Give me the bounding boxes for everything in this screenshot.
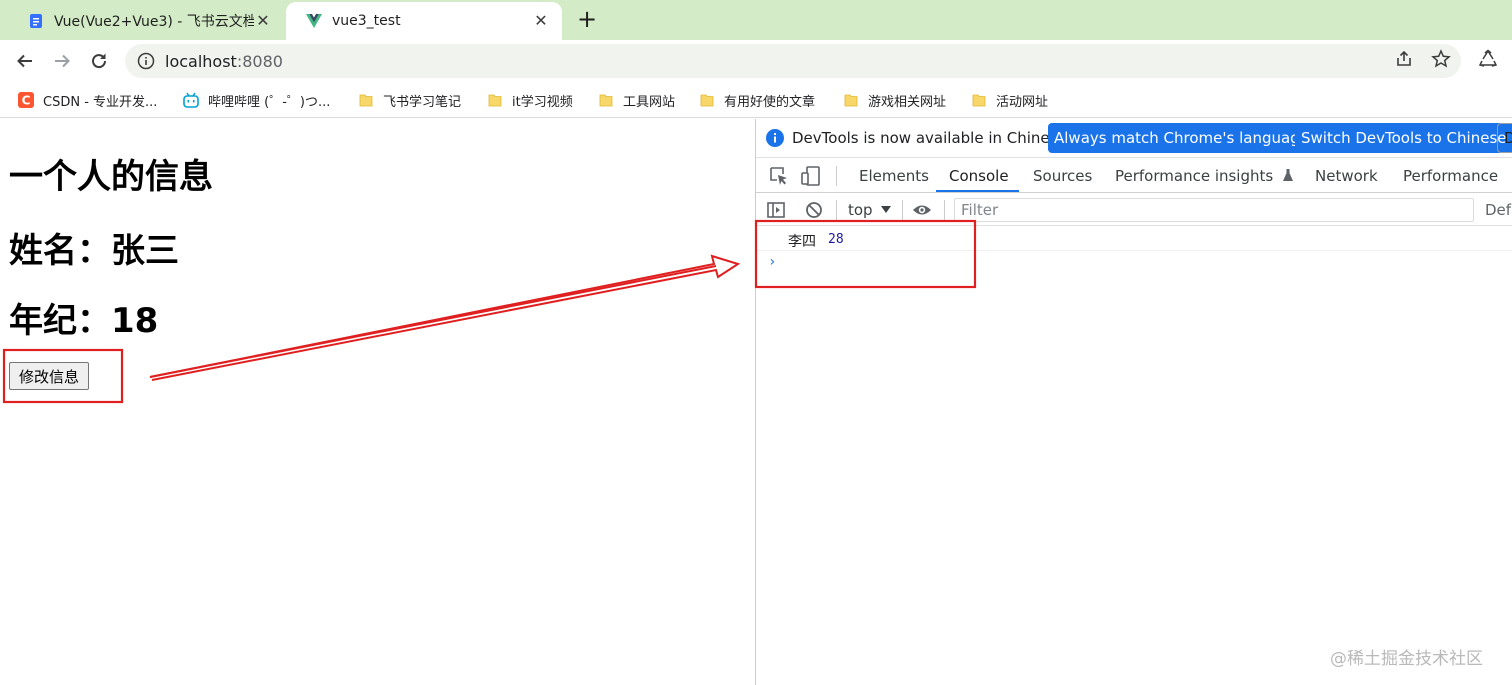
age-line: 年纪：18 [9, 301, 159, 341]
dont-show-again-button[interactable]: D [1497, 123, 1512, 153]
new-tab-button[interactable]: + [575, 7, 599, 32]
tab-strip: Vue(Vue2+Vue3) - 飞书云文档 ✕ vue3_test ✕ + [0, 0, 1512, 40]
bookmark-folder-articles[interactable]: 有用好使的文章 [699, 90, 815, 110]
close-icon[interactable]: ✕ [254, 12, 272, 30]
bookmark-folder-games[interactable]: 游戏相关网址 [843, 90, 946, 110]
share-icon [1397, 50, 1411, 66]
recycle-icon [1478, 49, 1498, 67]
tab-performance-insights[interactable]: Performance insights [1115, 167, 1294, 185]
info-icon [766, 129, 784, 147]
folder-icon [700, 94, 714, 107]
sidebar-toggle-icon[interactable] [766, 200, 786, 220]
tab-vue3-test[interactable]: vue3_test ✕ [286, 2, 562, 40]
csdn-icon: C [18, 92, 34, 108]
toolbar-separator [836, 200, 837, 220]
bookmark-star-button[interactable] [1430, 48, 1452, 70]
tab-console[interactable]: Console [949, 167, 1009, 185]
switch-to-chinese-button[interactable]: Switch DevTools to Chinese [1295, 123, 1512, 153]
page-heading: 一个人的信息 [9, 157, 213, 197]
console-toolbar: top Defa [756, 194, 1512, 226]
tab-title: Vue(Vue2+Vue3) - 飞书云文档 [54, 14, 254, 30]
context-selector[interactable]: top [848, 201, 891, 219]
bookmark-folder-feishu-notes[interactable]: 飞书学习笔记 [358, 90, 461, 110]
log-number: 28 [828, 232, 844, 247]
modify-info-button[interactable]: 修改信息 [9, 362, 89, 390]
toolbar-separator [944, 200, 945, 220]
page-viewport: 一个人的信息 姓名：张三 年纪：18 修改信息 [0, 119, 755, 685]
url-text: localhost:8080 [165, 51, 283, 71]
tab-elements[interactable]: Elements [859, 167, 929, 185]
tab-title: vue3_test [332, 13, 401, 29]
star-icon [1431, 49, 1451, 68]
console-prompt[interactable]: › [756, 253, 1512, 275]
filter-input-wrapper [954, 198, 1474, 222]
reload-button[interactable] [86, 48, 112, 74]
bookmark-folder-events[interactable]: 活动网址 [971, 90, 1048, 110]
console-filter-input[interactable] [955, 199, 1473, 221]
watermark: @稀土掘金技术社区 [1330, 649, 1483, 669]
devtools-tabbar: Elements Console Sources Performance ins… [756, 159, 1512, 193]
log-string: 李四 [788, 234, 816, 250]
tabbar-separator [836, 166, 837, 186]
close-icon[interactable]: ✕ [532, 12, 550, 30]
browser-toolbar: localhost:8080 [0, 40, 1512, 82]
name-line: 姓名：张三 [9, 231, 179, 271]
chevron-right-icon: › [768, 254, 777, 270]
tab-performance[interactable]: Performance [1403, 167, 1498, 185]
arrow-left-icon [17, 54, 32, 68]
folder-icon [359, 94, 373, 107]
bookmark-bilibili[interactable]: 哔哩哔哩 (゜-゜)つ... [183, 90, 330, 110]
forward-button[interactable] [49, 48, 75, 74]
bookmark-folder-it-videos[interactable]: it学习视频 [487, 90, 573, 110]
tab-sources[interactable]: Sources [1033, 167, 1092, 185]
log-levels-dropdown[interactable]: Defa [1485, 201, 1512, 219]
info-icon[interactable] [137, 52, 155, 70]
dropdown-arrow-icon [880, 206, 891, 213]
address-bar[interactable]: localhost:8080 [125, 44, 1461, 78]
svg-text:C: C [22, 94, 31, 108]
clear-console-icon[interactable] [804, 200, 824, 220]
feishu-doc-icon [30, 14, 42, 28]
always-match-language-button[interactable]: Always match Chrome's language [1048, 123, 1315, 153]
banner-message: DevTools is now available in Chinese! [792, 129, 1073, 147]
eye-icon[interactable] [912, 200, 932, 220]
tab-network[interactable]: Network [1315, 167, 1378, 185]
bookmark-csdn[interactable]: C CSDN - 专业开发... [18, 90, 157, 110]
extension-button[interactable] [1477, 48, 1499, 70]
arrow-right-icon [55, 54, 70, 68]
back-button[interactable] [12, 48, 38, 74]
toolbar-separator [902, 200, 903, 220]
folder-icon [844, 94, 858, 107]
share-button[interactable] [1393, 48, 1415, 70]
tab-feishu-doc[interactable]: Vue(Vue2+Vue3) - 飞书云文档 ✕ [8, 2, 284, 40]
reload-icon [92, 53, 107, 69]
devtools-panel: DevTools is now available in Chinese! Al… [755, 119, 1512, 685]
bilibili-icon [183, 92, 199, 108]
folder-icon [599, 94, 613, 107]
inspect-element-icon[interactable] [768, 165, 790, 187]
language-banner: DevTools is now available in Chinese! Al… [756, 119, 1512, 158]
experiment-flask-icon [1282, 169, 1293, 181]
folder-icon [972, 94, 986, 107]
folder-icon [488, 94, 502, 107]
bookmarks-bar: C CSDN - 专业开发... 哔哩哔哩 (゜-゜)つ... 飞书学习笔记 i… [0, 82, 1512, 118]
active-tab-indicator [936, 190, 1019, 192]
vue-logo-icon [306, 14, 322, 28]
bookmark-folder-tools[interactable]: 工具网站 [598, 90, 675, 110]
device-toolbar-icon[interactable] [800, 165, 822, 187]
console-log-row: 李四 28 [756, 227, 1512, 251]
